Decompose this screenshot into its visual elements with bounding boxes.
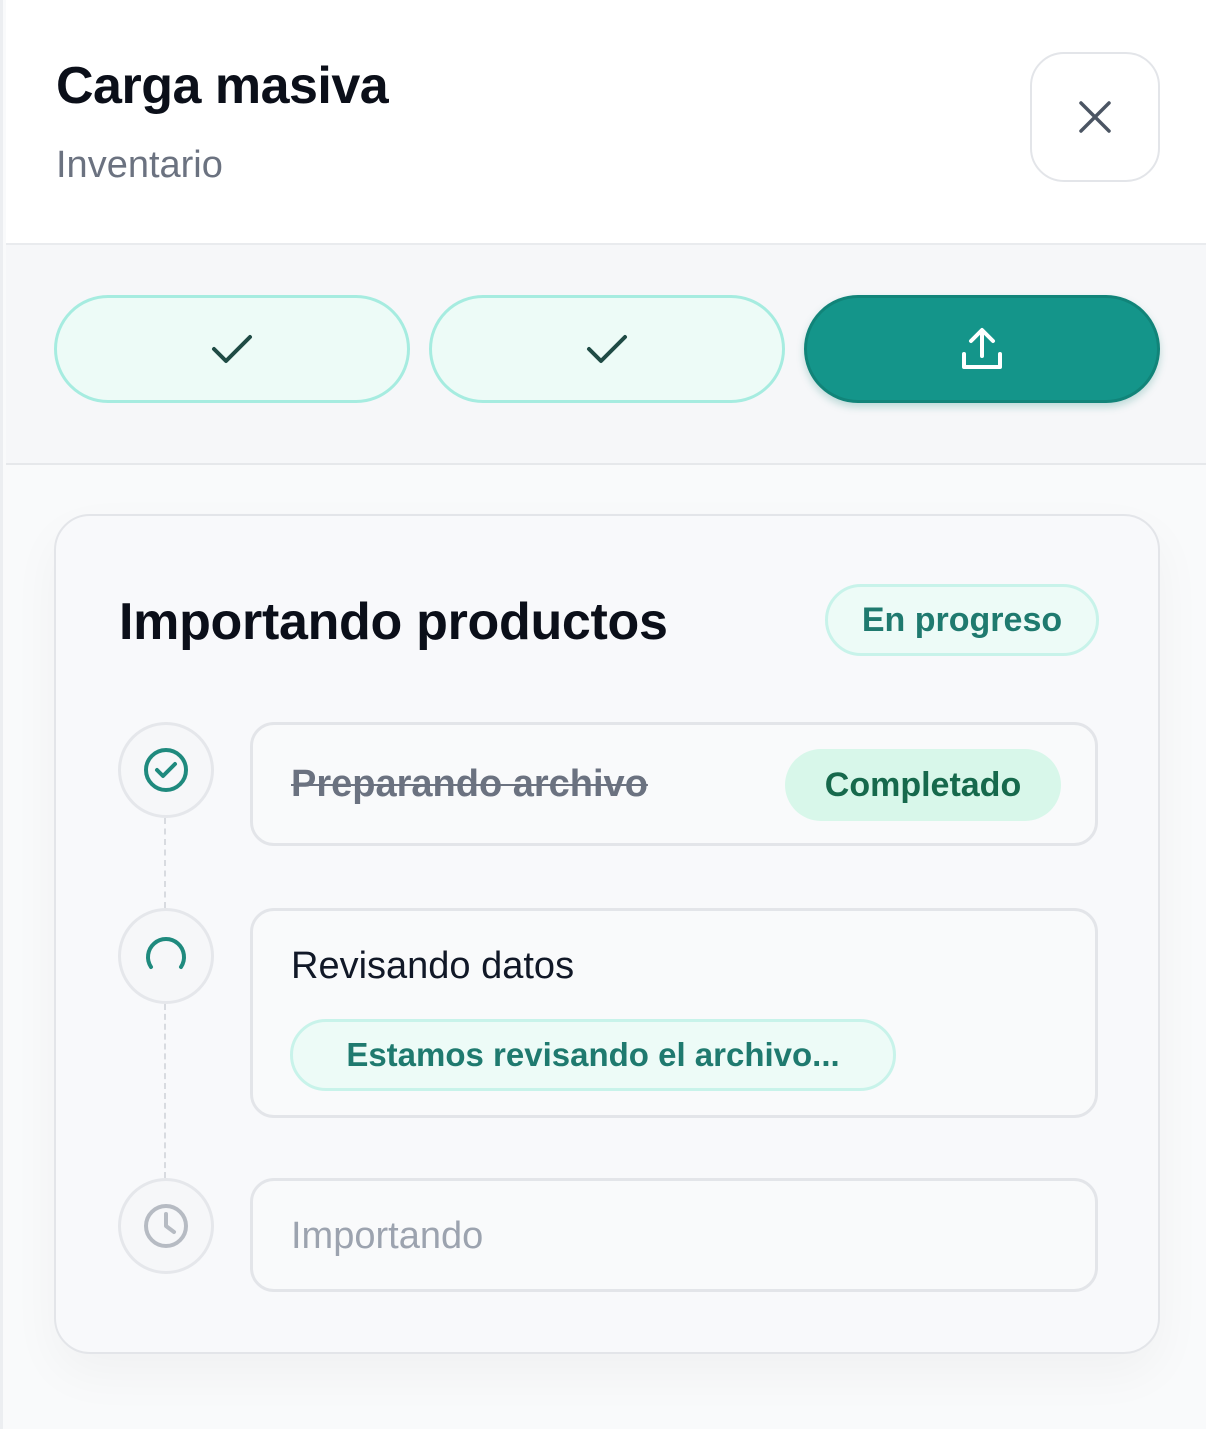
timeline-connector (164, 1004, 166, 1178)
upload-icon (962, 328, 1002, 369)
clock-icon (144, 1204, 188, 1248)
panel-header: Carga masiva Inventario (6, 0, 1206, 245)
step-indicator (6, 245, 1206, 465)
step-node-done (118, 722, 214, 818)
completed-badge: Completado (785, 749, 1061, 821)
step-label: Revisando datos (291, 945, 575, 987)
check-icon (212, 335, 252, 363)
step-card-reviewing: Revisando datos Estamos revisando el arc… (250, 908, 1098, 1118)
import-progress-card: Importando productos En progreso Prepara… (54, 514, 1160, 1354)
step-label: Preparando archivo (291, 763, 648, 805)
check-icon (587, 335, 627, 363)
spinner-icon (146, 937, 186, 969)
step-card-preparing: Preparando archivo Completado (250, 722, 1098, 846)
close-button[interactable] (1030, 52, 1160, 182)
bulk-upload-panel: Carga masiva Inventario Importando produ… (0, 0, 1206, 1429)
step-2-done[interactable] (429, 295, 785, 403)
page-subtitle: Inventario (56, 144, 223, 186)
step-card-importing: Importando (250, 1178, 1098, 1292)
page-title: Carga masiva (56, 57, 389, 115)
step-label: Importando (291, 1215, 484, 1257)
check-circle-icon (144, 748, 188, 792)
close-icon (1079, 101, 1111, 133)
step-node-pending (118, 1178, 214, 1274)
step-1-done[interactable] (54, 295, 410, 403)
status-badge: En progreso (825, 584, 1099, 656)
review-message: Estamos revisando el archivo... (290, 1019, 896, 1091)
timeline-connector (164, 818, 166, 908)
card-title: Importando productos (119, 593, 668, 651)
step-3-upload-active[interactable] (804, 295, 1160, 403)
step-node-active (118, 908, 214, 1004)
